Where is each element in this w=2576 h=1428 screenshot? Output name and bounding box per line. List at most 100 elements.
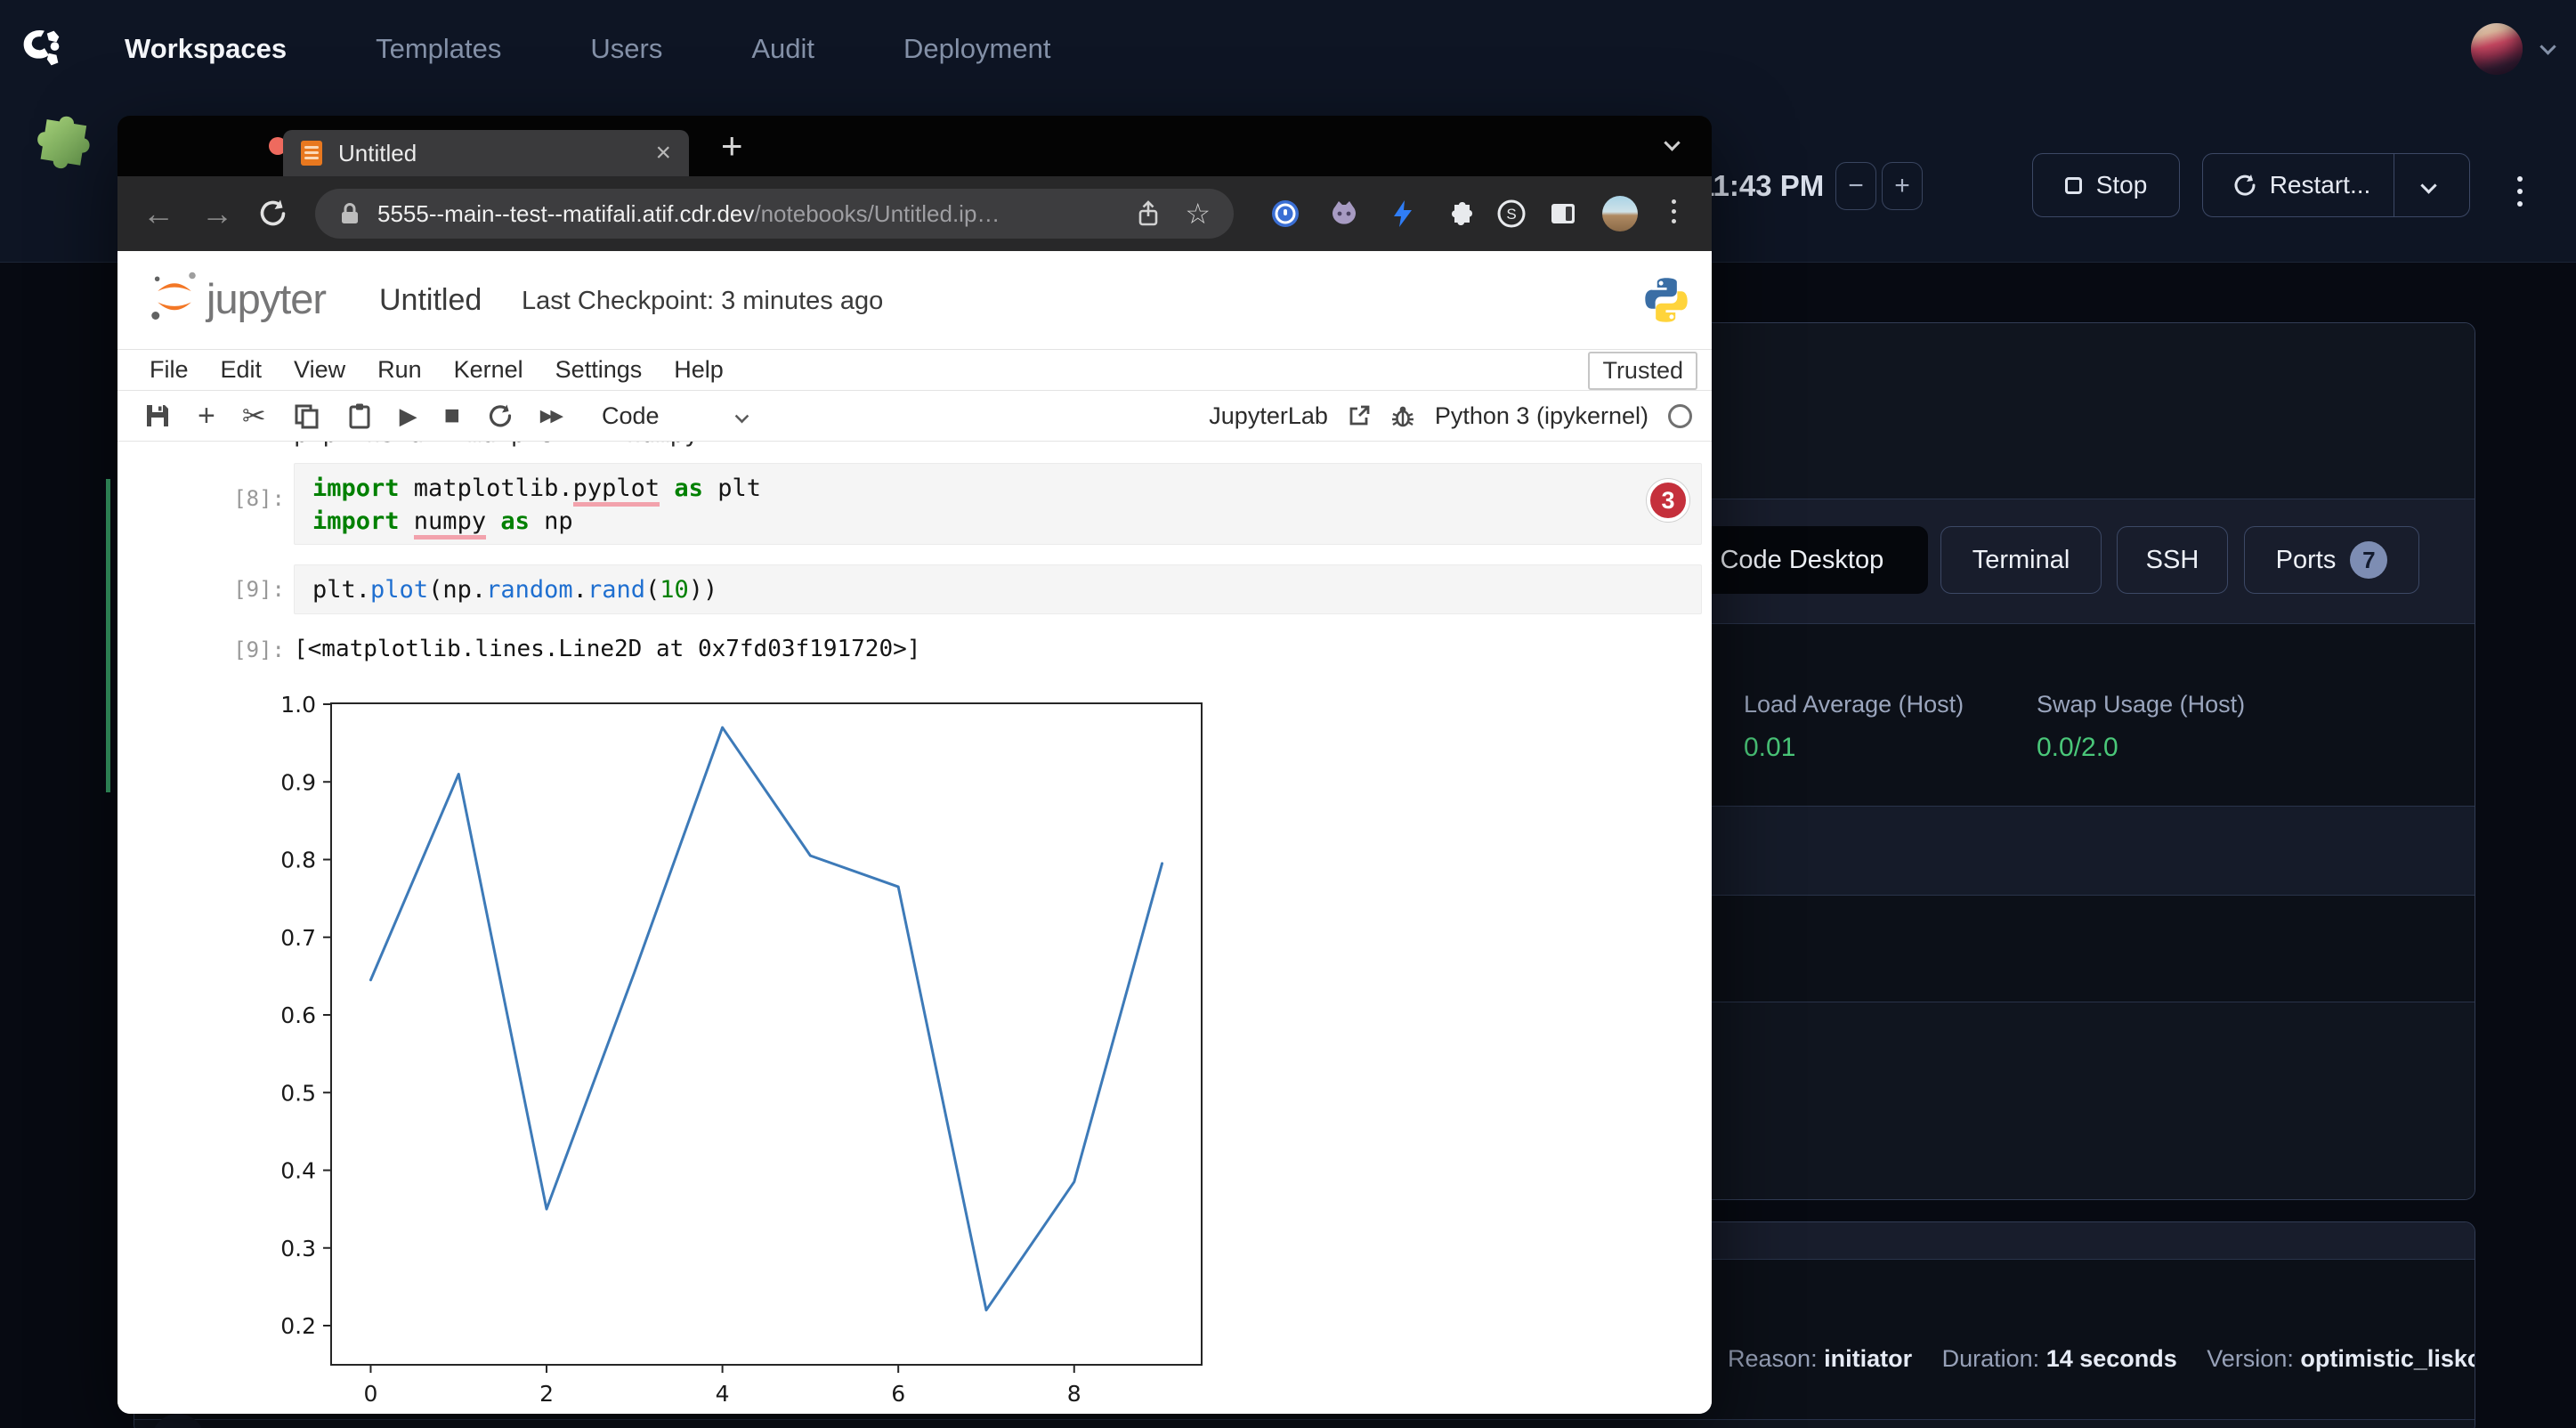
screen: { "colors":{"accent_green":"#4ac779","ba… — [0, 0, 2576, 1428]
code-cell-8[interactable]: import matplotlib.pyplot as plt import n… — [294, 463, 1702, 545]
notebook-scroll-area[interactable]: pip install matplotlib numpy [8]: import… — [117, 442, 1712, 1414]
svg-text:2: 2 — [539, 1381, 554, 1407]
svg-text:1.0: 1.0 — [280, 692, 316, 718]
user-menu-chevron-icon[interactable] — [2540, 38, 2556, 54]
coder-logo-icon[interactable] — [16, 21, 68, 75]
zoom-out-button[interactable]: − — [1835, 162, 1876, 210]
notebook-title[interactable]: Untitled — [379, 283, 482, 318]
browser-profile-avatar[interactable] — [1602, 196, 1638, 231]
menu-run[interactable]: Run — [377, 356, 422, 384]
cell-type-dropdown[interactable]: Code — [602, 402, 660, 430]
jupyter-toolbar: + ✂ ▶ ■ ▶▶ Code JupyterLab — [117, 390, 1712, 442]
tab-title: Untitled — [338, 140, 655, 167]
menu-view[interactable]: View — [294, 356, 345, 384]
nav-item-templates[interactable]: Templates — [376, 33, 501, 65]
copy-cell-icon[interactable] — [293, 402, 320, 429]
browser-tab-untitled[interactable]: Untitled × — [283, 130, 689, 176]
onepassword-extension-icon[interactable] — [1271, 199, 1300, 228]
code-line: plt.plot(np.random.rand(10)) — [312, 573, 1701, 606]
forward-button[interactable]: → — [201, 194, 233, 233]
browser-menu-icon[interactable] — [1668, 196, 1680, 227]
workspace-time: 11:43 PM — [1698, 169, 1824, 203]
restart-options-chevron[interactable] — [2394, 154, 2463, 216]
external-link-icon[interactable] — [1348, 404, 1371, 427]
workspace-more-menu[interactable] — [2514, 173, 2526, 210]
jupyter-header: jupyter Untitled Last Checkpoint: 3 minu… — [117, 251, 1712, 349]
notebook-favicon — [301, 141, 322, 166]
menu-settings[interactable]: Settings — [555, 356, 643, 384]
nav-item-users[interactable]: Users — [590, 33, 662, 65]
nav-item-audit[interactable]: Audit — [751, 33, 814, 65]
open-jupyterlab-link[interactable]: JupyterLab — [1209, 402, 1328, 430]
workspace-status-accent-bar — [106, 479, 110, 792]
extension-puzzle-icon — [21, 107, 94, 180]
browser-window: Untitled × + ← → 5555--main--test--matif… — [117, 116, 1712, 1414]
lock-icon[interactable] — [338, 201, 361, 226]
menu-edit[interactable]: Edit — [221, 356, 263, 384]
save-icon[interactable] — [144, 402, 171, 429]
cut-cell-icon[interactable]: ✂ — [242, 399, 266, 433]
stop-workspace-button[interactable]: Stop — [2032, 153, 2180, 217]
trusted-button[interactable]: Trusted — [1588, 352, 1697, 390]
svg-text:0: 0 — [364, 1381, 378, 1407]
debugger-bug-icon[interactable] — [1390, 403, 1415, 428]
cell-9-prompt: [9]: — [203, 577, 285, 602]
lightning-extension-icon[interactable] — [1389, 199, 1417, 228]
restart-workspace-button[interactable]: Restart... — [2202, 153, 2470, 217]
interrupt-kernel-icon[interactable]: ■ — [444, 401, 460, 431]
svg-text:0.8: 0.8 — [280, 848, 316, 873]
tab-search-chevron-icon[interactable] — [1664, 134, 1680, 150]
reload-button[interactable] — [256, 198, 288, 230]
swap-usage-label: Swap Usage (Host) — [2037, 691, 2245, 718]
github-cat-extension-icon[interactable] — [1330, 199, 1358, 228]
nav-item-workspaces[interactable]: Workspaces — [125, 33, 287, 65]
sidepanel-extension-icon[interactable] — [1549, 199, 1577, 228]
load-average-label: Load Average (Host) — [1744, 691, 1964, 718]
browser-toolbar: ← → 5555--main--test--matifali.atif.cdr.… — [117, 176, 1712, 251]
puzzle-extension-icon[interactable] — [1446, 199, 1474, 228]
zoom-in-button[interactable]: + — [1882, 162, 1923, 210]
build-card-footer-row — [134, 1420, 2475, 1428]
cell-8-prompt: [8]: — [203, 486, 285, 511]
kernel-status-icon — [1668, 404, 1692, 428]
run-cell-icon[interactable]: ▶ — [400, 402, 417, 430]
svg-text:0.2: 0.2 — [280, 1313, 316, 1339]
kernel-name[interactable]: Python 3 (ipykernel) — [1435, 402, 1648, 430]
reason-value: initiator — [1824, 1345, 1912, 1372]
svg-text:0.6: 0.6 — [280, 1002, 316, 1028]
load-average-value: 0.01 — [1744, 733, 1795, 763]
restart-icon — [2232, 173, 2257, 198]
terminal-button[interactable]: Terminal — [1940, 526, 2102, 594]
svg-text:0.9: 0.9 — [280, 769, 316, 795]
user-avatar[interactable] — [2471, 23, 2523, 75]
menu-file[interactable]: File — [150, 356, 189, 384]
restart-kernel-icon[interactable] — [487, 402, 514, 429]
cell-type-chevron-icon[interactable] — [734, 409, 749, 423]
stop-icon — [2065, 177, 2082, 194]
menu-help[interactable]: Help — [674, 356, 724, 384]
add-cell-icon[interactable]: + — [198, 399, 215, 434]
menu-kernel[interactable]: Kernel — [454, 356, 523, 384]
ssh-button[interactable]: SSH — [2117, 526, 2228, 594]
svg-text:0.3: 0.3 — [280, 1236, 316, 1262]
tab-close-icon[interactable]: × — [655, 138, 671, 168]
build-meta-line: Reason: initiator Duration: 14 seconds V… — [1728, 1345, 2475, 1373]
stylus-extension-icon[interactable]: S — [1497, 199, 1526, 228]
bookmark-star-icon[interactable]: ☆ — [1185, 197, 1211, 231]
output-9-prompt: [9]: — [203, 637, 285, 662]
jupyter-wordmark: jupyter — [207, 274, 326, 323]
address-bar[interactable]: 5555--main--test--matifali.atif.cdr.dev/… — [315, 189, 1234, 239]
ports-count-badge: 7 — [2350, 541, 2387, 579]
nav-item-deployment[interactable]: Deployment — [903, 33, 1050, 65]
code-cell-9[interactable]: plt.plot(np.random.rand(10)) — [294, 564, 1702, 614]
share-icon[interactable] — [1135, 199, 1162, 228]
svg-text:4: 4 — [716, 1381, 730, 1407]
version-value: optimistic_liskov9 — [2300, 1345, 2475, 1372]
new-tab-button[interactable]: + — [721, 125, 743, 167]
restart-run-all-icon[interactable]: ▶▶ — [540, 406, 561, 426]
output-9-text: [<matplotlib.lines.Line2D at 0x7fd03f191… — [294, 636, 920, 662]
browser-tab-bar: Untitled × + — [117, 116, 1712, 176]
back-button[interactable]: ← — [142, 194, 174, 233]
ports-button[interactable]: Ports 7 — [2244, 526, 2419, 594]
paste-cell-icon[interactable] — [346, 402, 373, 429]
